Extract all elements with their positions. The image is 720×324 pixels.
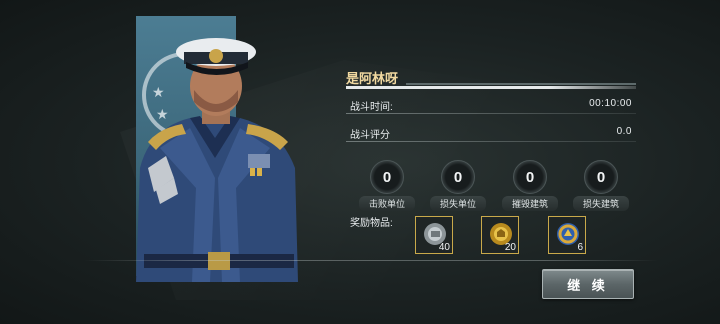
counter-value: 0	[441, 160, 475, 194]
battle-score-label: 战斗评分	[350, 130, 390, 141]
row-divider	[346, 141, 636, 142]
reward-count: 40	[438, 242, 450, 253]
commander-portrait	[136, 38, 298, 282]
reward-item-gem[interactable]: 6	[548, 216, 586, 254]
counter-label: 击败单位	[359, 196, 415, 211]
title-underline-dark	[406, 83, 636, 85]
counter-value: 0	[370, 160, 404, 194]
reward-item-silver[interactable]: 40	[415, 216, 453, 254]
counter-value: 0	[584, 160, 618, 194]
counter-label: 损失建筑	[573, 196, 629, 211]
counter-buildings-destroyed: 0 摧毁建筑	[500, 160, 560, 211]
counter-value: 0	[513, 160, 547, 194]
row-divider	[346, 113, 636, 114]
reward-item-gold[interactable]: 20	[481, 216, 519, 254]
counter-label: 摧毁建筑	[502, 196, 558, 211]
reward-count: 6	[577, 242, 583, 253]
counter-units-lost: 0 损失单位	[428, 160, 488, 211]
reward-count: 20	[504, 242, 516, 253]
battle-score-value: 0.0	[616, 126, 632, 137]
counter-label: 损失单位	[430, 196, 486, 211]
divider-line	[84, 260, 658, 261]
title-underline	[346, 86, 636, 89]
player-name: 是阿林呀	[346, 71, 399, 86]
battle-time-label: 战斗时间:	[350, 102, 393, 113]
counter-kills: 0 击败单位	[357, 160, 417, 211]
continue-button[interactable]: 继 续	[542, 269, 634, 299]
rewards-label: 奖励物品:	[350, 218, 393, 229]
counter-buildings-lost: 0 损失建筑	[571, 160, 631, 211]
battle-time-value: 00:10:00	[589, 98, 632, 109]
